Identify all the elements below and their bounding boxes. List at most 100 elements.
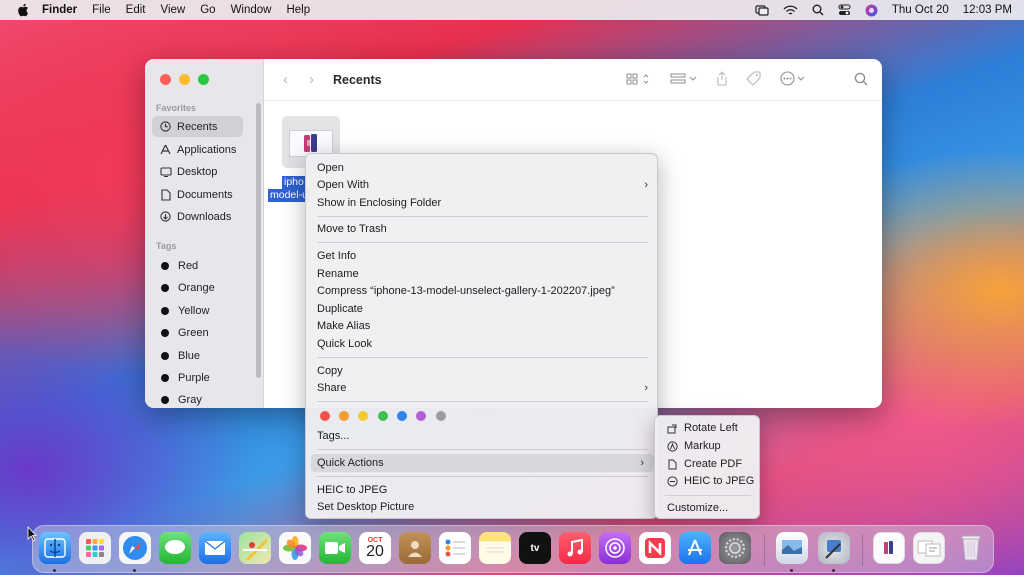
- tag-icon[interactable]: [746, 71, 762, 89]
- menu-go[interactable]: Go: [200, 4, 215, 16]
- wifi-icon[interactable]: [783, 5, 798, 16]
- menu-separator: [317, 476, 648, 477]
- dock-facetime-icon[interactable]: [319, 532, 351, 564]
- sidebar-item-applications[interactable]: Applications: [152, 139, 243, 160]
- tag-color-green[interactable]: [378, 411, 388, 421]
- submenu-item-create-pdf[interactable]: Create PDF: [667, 458, 742, 470]
- file-name-line1[interactable]: ipho: [282, 176, 306, 189]
- submenu-item-heic-to-jpeg[interactable]: HEIC to JPEG: [667, 475, 754, 487]
- sidebar-tag-red[interactable]: Red: [152, 255, 243, 276]
- menu-file[interactable]: File: [92, 4, 111, 16]
- tag-color-red[interactable]: [320, 411, 330, 421]
- dock-safari-icon[interactable]: [119, 532, 151, 564]
- dock-preview-icon[interactable]: [776, 532, 808, 564]
- menu-item-make-alias[interactable]: Make Alias: [317, 320, 370, 332]
- sidebar-item-label: Documents: [177, 188, 233, 201]
- sidebar-tag-yellow[interactable]: Yellow: [152, 300, 243, 321]
- tag-color-gray[interactable]: [436, 411, 446, 421]
- submenu-item-label: HEIC to JPEG: [684, 475, 755, 487]
- menu-item-open-with[interactable]: Open With ›: [317, 179, 648, 191]
- tag-color-orange[interactable]: [339, 411, 349, 421]
- zoom-button[interactable]: [198, 74, 209, 85]
- dock-music-icon[interactable]: [559, 532, 591, 564]
- dock-image-file-icon[interactable]: [873, 532, 905, 564]
- submenu-item-customize[interactable]: Customize...: [667, 502, 728, 514]
- share-icon[interactable]: [716, 71, 728, 89]
- menu-item-set-desktop-picture[interactable]: Set Desktop Picture: [317, 501, 414, 513]
- downloads-icon: [159, 210, 172, 223]
- menu-item-quick-look[interactable]: Quick Look: [317, 338, 372, 350]
- menu-item-copy[interactable]: Copy: [317, 365, 343, 377]
- siri-icon[interactable]: [865, 4, 878, 17]
- search-icon[interactable]: [812, 4, 824, 16]
- menu-item-get-info[interactable]: Get Info: [317, 250, 356, 262]
- search-icon[interactable]: [854, 72, 868, 89]
- control-center-icon[interactable]: [838, 4, 851, 16]
- minimize-button[interactable]: [179, 74, 190, 85]
- close-button[interactable]: [160, 74, 171, 85]
- menu-item-quick-actions[interactable]: Quick Actions ›: [311, 454, 654, 472]
- forward-button[interactable]: ›: [309, 71, 323, 88]
- dock-automator-icon[interactable]: [818, 532, 850, 564]
- menu-item-open[interactable]: Open: [317, 162, 344, 174]
- menu-item-rename[interactable]: Rename: [317, 268, 359, 280]
- sidebar-tag-purple[interactable]: Purple: [152, 367, 243, 388]
- sidebar-scrollbar[interactable]: [256, 103, 261, 378]
- menu-item-tags[interactable]: Tags...: [317, 430, 349, 442]
- menu-item-heic-to-jpeg[interactable]: HEIC to JPEG: [317, 484, 387, 496]
- tag-color-purple[interactable]: [416, 411, 426, 421]
- menu-edit[interactable]: Edit: [126, 4, 146, 16]
- dock-launchpad-icon[interactable]: [79, 532, 111, 564]
- dock-podcasts-icon[interactable]: [599, 532, 631, 564]
- menu-help[interactable]: Help: [286, 4, 310, 16]
- back-button[interactable]: ‹: [283, 71, 297, 88]
- sidebar-tag-green[interactable]: Green: [152, 322, 243, 343]
- dock-downloads-stack-icon[interactable]: [913, 532, 945, 564]
- dock-maps-icon[interactable]: [239, 532, 271, 564]
- sidebar-tag-gray[interactable]: Gray: [152, 389, 243, 408]
- dock-messages-icon[interactable]: [159, 532, 191, 564]
- menu-item-share[interactable]: Share ›: [317, 382, 648, 394]
- menubar-time[interactable]: 12:03 PM: [963, 4, 1012, 16]
- sidebar-item-label: Green: [178, 326, 209, 339]
- screen-mirroring-icon[interactable]: [755, 4, 769, 16]
- menu-item-duplicate[interactable]: Duplicate: [317, 303, 363, 315]
- icon-view-icon[interactable]: [626, 72, 652, 89]
- menu-item-move-to-trash[interactable]: Move to Trash: [317, 223, 387, 235]
- dock-calendar-icon[interactable]: OCT 20: [359, 532, 391, 564]
- more-actions-icon[interactable]: [780, 71, 806, 89]
- running-indicator: [133, 569, 136, 572]
- dock-apple-tv-icon[interactable]: tv: [519, 532, 551, 564]
- dock-finder-icon[interactable]: [39, 532, 71, 564]
- tag-color-blue[interactable]: [397, 411, 407, 421]
- submenu-item-markup[interactable]: Markup: [667, 440, 721, 452]
- tag-color-yellow[interactable]: [358, 411, 368, 421]
- sidebar-item-desktop[interactable]: Desktop: [152, 161, 243, 182]
- dock-trash-icon[interactable]: [955, 532, 987, 564]
- dock-notes-icon[interactable]: [479, 532, 511, 564]
- sidebar-item-label: Red: [178, 259, 199, 272]
- menu-item-show-enclosing-folder[interactable]: Show in Enclosing Folder: [317, 197, 441, 209]
- menu-app-name[interactable]: Finder: [42, 4, 77, 16]
- dock-app-store-icon[interactable]: [679, 532, 711, 564]
- sidebar-tag-orange[interactable]: Orange: [152, 277, 243, 298]
- group-by-icon[interactable]: [670, 72, 698, 89]
- sidebar-item-label: Applications: [177, 143, 237, 156]
- menu-view[interactable]: View: [161, 4, 186, 16]
- submenu-item-rotate-left[interactable]: Rotate Left: [667, 422, 738, 434]
- apple-icon[interactable]: [16, 3, 30, 17]
- menu-item-compress[interactable]: Compress “iphone-13-model-unselect-galle…: [317, 285, 615, 297]
- file-name-line2[interactable]: model-u: [268, 189, 310, 202]
- dock-mail-icon[interactable]: [199, 532, 231, 564]
- sidebar-item-documents[interactable]: Documents: [152, 184, 243, 205]
- sidebar-item-downloads[interactable]: Downloads: [152, 206, 243, 227]
- sidebar-item-recents[interactable]: Recents: [152, 116, 243, 137]
- dock-news-icon[interactable]: [639, 532, 671, 564]
- dock-reminders-icon[interactable]: [439, 532, 471, 564]
- dock-photos-icon[interactable]: [279, 532, 311, 564]
- menu-window[interactable]: Window: [231, 4, 272, 16]
- menubar-date[interactable]: Thu Oct 20: [892, 4, 949, 16]
- dock-contacts-icon[interactable]: [399, 532, 431, 564]
- dock-system-preferences-icon[interactable]: [719, 532, 751, 564]
- sidebar-tag-blue[interactable]: Blue: [152, 345, 243, 366]
